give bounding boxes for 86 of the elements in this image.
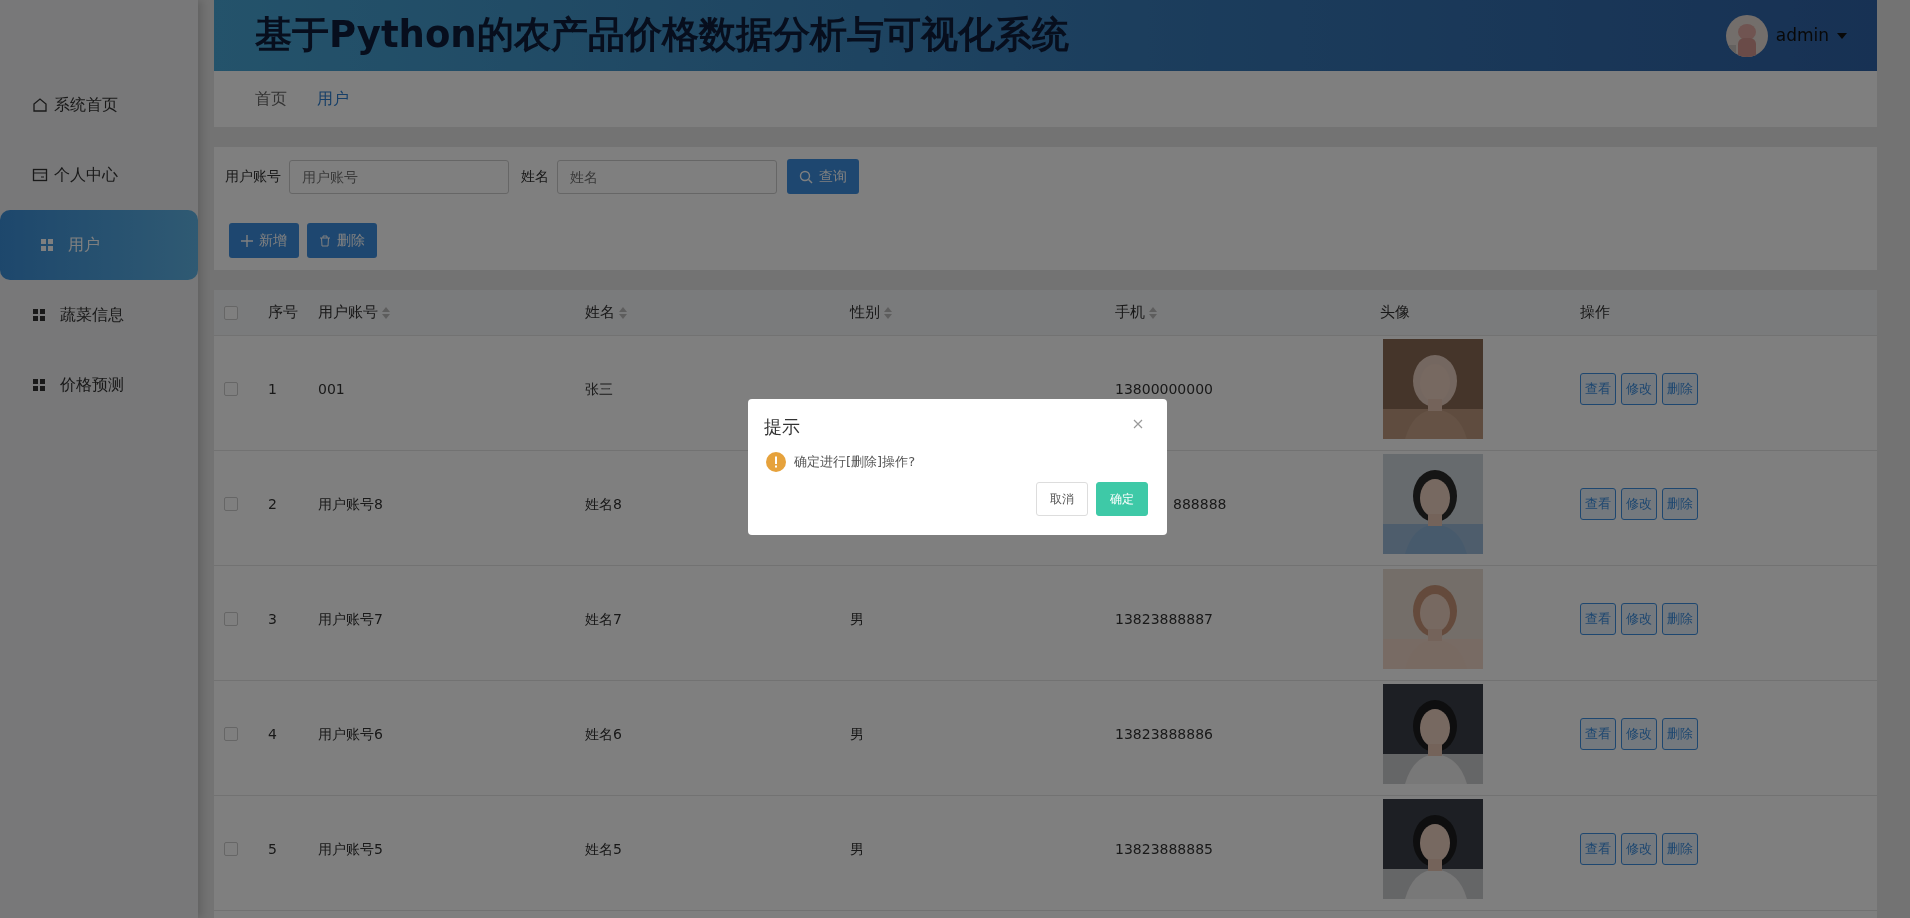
row-action-button[interactable]: 查看 (1580, 718, 1616, 750)
table-cell: 13823888887 (1115, 610, 1213, 627)
table-cell-text: 4 (268, 724, 278, 744)
row-checkbox[interactable] (224, 727, 238, 741)
table-cell-text: 姓名6 (585, 724, 623, 744)
row-action-button[interactable]: 查看 (1580, 373, 1616, 405)
input-field[interactable]: 用户账号 (289, 159, 509, 194)
delete-button[interactable]: 删除 (307, 223, 377, 258)
row-action-button[interactable]: 修改 (1621, 488, 1657, 520)
plus-icon (241, 234, 253, 247)
table-cell-text: 2 (268, 494, 278, 514)
search-icon (799, 169, 813, 184)
grid-icon (32, 378, 46, 392)
sort-icon (382, 306, 390, 319)
trash-icon (319, 234, 331, 247)
row-action-button[interactable]: 删除 (1662, 718, 1698, 750)
breadcrumb-link[interactable]: 首页 (255, 87, 287, 111)
row-action-button[interactable]: 修改 (1621, 373, 1657, 405)
cancel-button[interactable]: 取消 (1036, 482, 1088, 516)
table-cell: 13823888885 (1115, 840, 1213, 857)
field-label: 姓名 (521, 167, 549, 186)
row-action-button[interactable]: 修改 (1621, 718, 1657, 750)
table-cell-text: 姓名5 (585, 839, 623, 859)
row-action-button[interactable]: 修改 (1621, 603, 1657, 635)
close-icon[interactable] (1133, 419, 1143, 429)
row-checkbox[interactable] (224, 612, 238, 626)
column-header: 序号 (268, 302, 298, 324)
breadcrumb-link[interactable]: 用户 (317, 87, 349, 111)
row-action-button[interactable]: 删除 (1662, 603, 1698, 635)
sidebar-item[interactable]: 蔬菜信息 (0, 280, 198, 350)
grid-icon (32, 308, 46, 322)
user-name[interactable]: admin (1775, 22, 1829, 49)
table-cell: 888888 (1173, 495, 1227, 512)
select-all-checkbox[interactable] (224, 305, 238, 320)
row-action-button[interactable]: 修改 (1621, 833, 1657, 865)
warning-icon (766, 452, 786, 472)
sort-icon (619, 306, 627, 319)
column-header[interactable]: 手机 (1115, 301, 1157, 324)
confirm-button[interactable]: 确定 (1096, 482, 1148, 516)
table-cell-text: 1 (268, 379, 278, 399)
row-action-button[interactable]: 查看 (1580, 488, 1616, 520)
sort-icon (1149, 306, 1157, 319)
input-field[interactable]: 姓名 (557, 159, 777, 194)
sidebar-item[interactable]: 用户 (0, 210, 198, 280)
row-checkbox[interactable] (224, 842, 238, 856)
grid-icon (40, 238, 54, 252)
table-cell-text: 姓名8 (585, 494, 623, 514)
table-cell: 男 (850, 840, 864, 857)
sidebar-item[interactable]: 系统首页 (0, 70, 198, 140)
dialog-message: 确定进行[删除]操作? (794, 453, 916, 472)
row-action-button[interactable]: 查看 (1580, 603, 1616, 635)
table-cell-text: 用户账号5 (318, 839, 384, 859)
column-header: 操作 (1580, 302, 1610, 324)
table-cell-text: 3 (268, 609, 278, 629)
search-button[interactable]: 查询 (787, 159, 859, 194)
add-button[interactable]: 新增 (229, 223, 299, 258)
table-cell-text: 001 (318, 379, 346, 399)
home-icon (32, 97, 48, 113)
table-cell-text: 用户账号6 (318, 724, 384, 744)
table-cell: 男 (850, 610, 864, 627)
table-cell-text: 用户账号7 (318, 609, 384, 629)
table-cell-text: 张三 (585, 379, 614, 399)
table-cell-text: 用户账号8 (318, 494, 384, 514)
table-cell-text: 5 (268, 839, 278, 859)
row-action-button[interactable]: 删除 (1662, 488, 1698, 520)
sort-icon (884, 306, 892, 319)
row-checkbox[interactable] (224, 382, 238, 396)
sidebar-item[interactable]: 个人中心 (0, 140, 198, 210)
field-label: 用户账号 (225, 167, 281, 186)
table-cell: 13823888886 (1115, 725, 1213, 742)
column-header[interactable]: 姓名 (585, 301, 627, 324)
row-action-button[interactable]: 删除 (1662, 833, 1698, 865)
row-action-button[interactable]: 删除 (1662, 373, 1698, 405)
dialog-title: 提示 (764, 415, 800, 439)
table-cell-text: 姓名7 (585, 609, 623, 629)
app-title: 基于Python的农产品价格数据分析与可视化系统 (255, 13, 1069, 58)
column-header[interactable]: 用户账号 (318, 301, 390, 324)
column-header[interactable]: 性别 (850, 301, 892, 324)
caret-icon (1837, 32, 1847, 39)
table-cell: 13800000000 (1115, 380, 1213, 397)
table-cell: 男 (850, 725, 864, 742)
row-action-button[interactable]: 查看 (1580, 833, 1616, 865)
card-icon (32, 167, 48, 183)
sidebar-item[interactable]: 价格预测 (0, 350, 198, 420)
row-checkbox[interactable] (224, 497, 238, 511)
column-header: 头像 (1380, 302, 1410, 324)
